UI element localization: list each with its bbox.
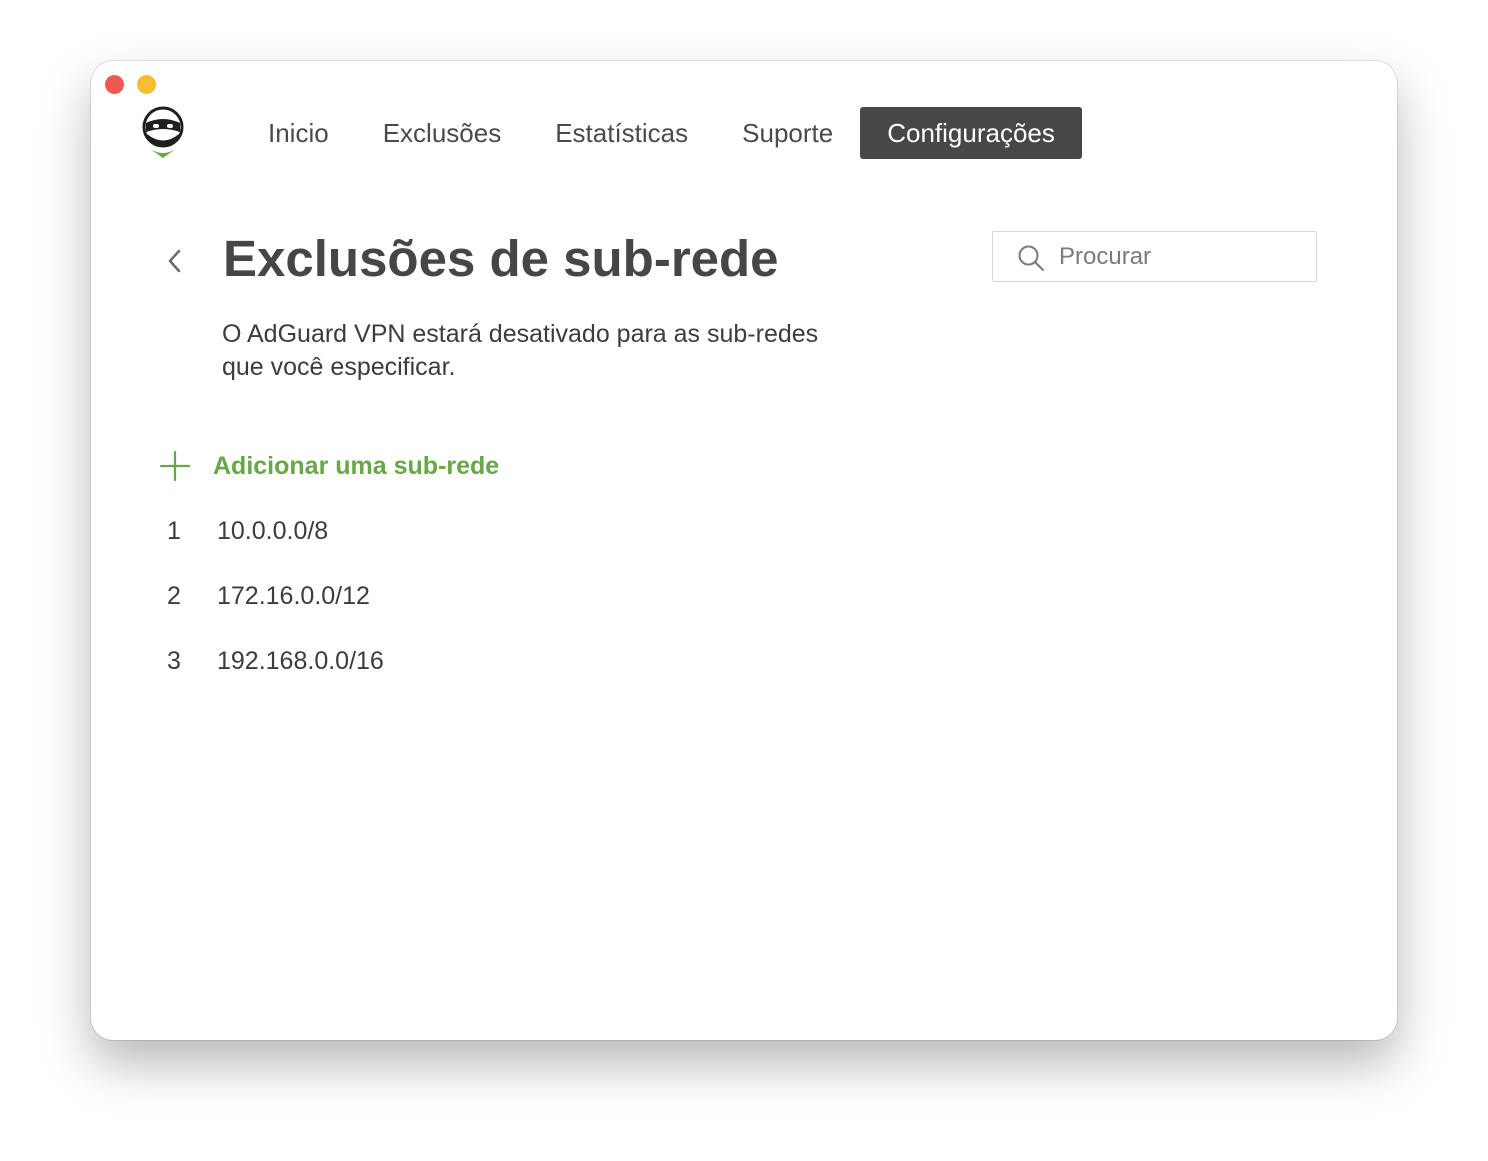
subnet-value: 10.0.0.0/8 — [217, 517, 329, 545]
description-line-1: O AdGuard VPN estará desativado para as … — [222, 320, 819, 348]
app-window: Inicio Exclusões Estatísticas Suporte Co… — [91, 61, 1397, 1040]
plus-icon — [159, 450, 191, 482]
nav-tab-suporte[interactable]: Suporte — [715, 107, 860, 159]
subnet-row[interactable]: 1 10.0.0.0/8 — [91, 513, 691, 549]
subnet-index: 3 — [167, 647, 181, 675]
window-close-button[interactable] — [105, 75, 124, 94]
subnet-value: 192.168.0.0/16 — [217, 647, 384, 675]
add-subnet-button[interactable]: Adicionar uma sub-rede — [159, 447, 499, 485]
window-minimize-button[interactable] — [137, 75, 156, 94]
description-line-2: que você especificar. — [222, 353, 456, 381]
page-description: O AdGuard VPN estará desativado para as … — [222, 318, 882, 384]
nav-tab-inicio[interactable]: Inicio — [241, 107, 356, 159]
subnet-row[interactable]: 3 192.168.0.0/16 — [91, 643, 691, 679]
subnet-value: 172.16.0.0/12 — [217, 582, 370, 610]
nav-tab-estatisticas[interactable]: Estatísticas — [528, 107, 715, 159]
add-subnet-label: Adicionar uma sub-rede — [213, 451, 500, 480]
subnet-row[interactable]: 2 172.16.0.0/12 — [91, 578, 691, 614]
subnet-index: 2 — [167, 582, 181, 610]
chevron-left-icon[interactable] — [163, 245, 187, 277]
nav-tab-configuracoes[interactable]: Configurações — [860, 107, 1082, 159]
nav-tab-exclusoes[interactable]: Exclusões — [356, 107, 529, 159]
search-input[interactable] — [1059, 232, 1299, 281]
main-nav: Inicio Exclusões Estatísticas Suporte Co… — [241, 107, 1082, 159]
subnet-index: 1 — [167, 517, 181, 545]
page-title: Exclusões de sub-rede — [223, 230, 779, 287]
adguard-logo-icon — [142, 106, 184, 158]
search-icon — [1018, 245, 1044, 271]
search-box[interactable] — [992, 231, 1317, 282]
